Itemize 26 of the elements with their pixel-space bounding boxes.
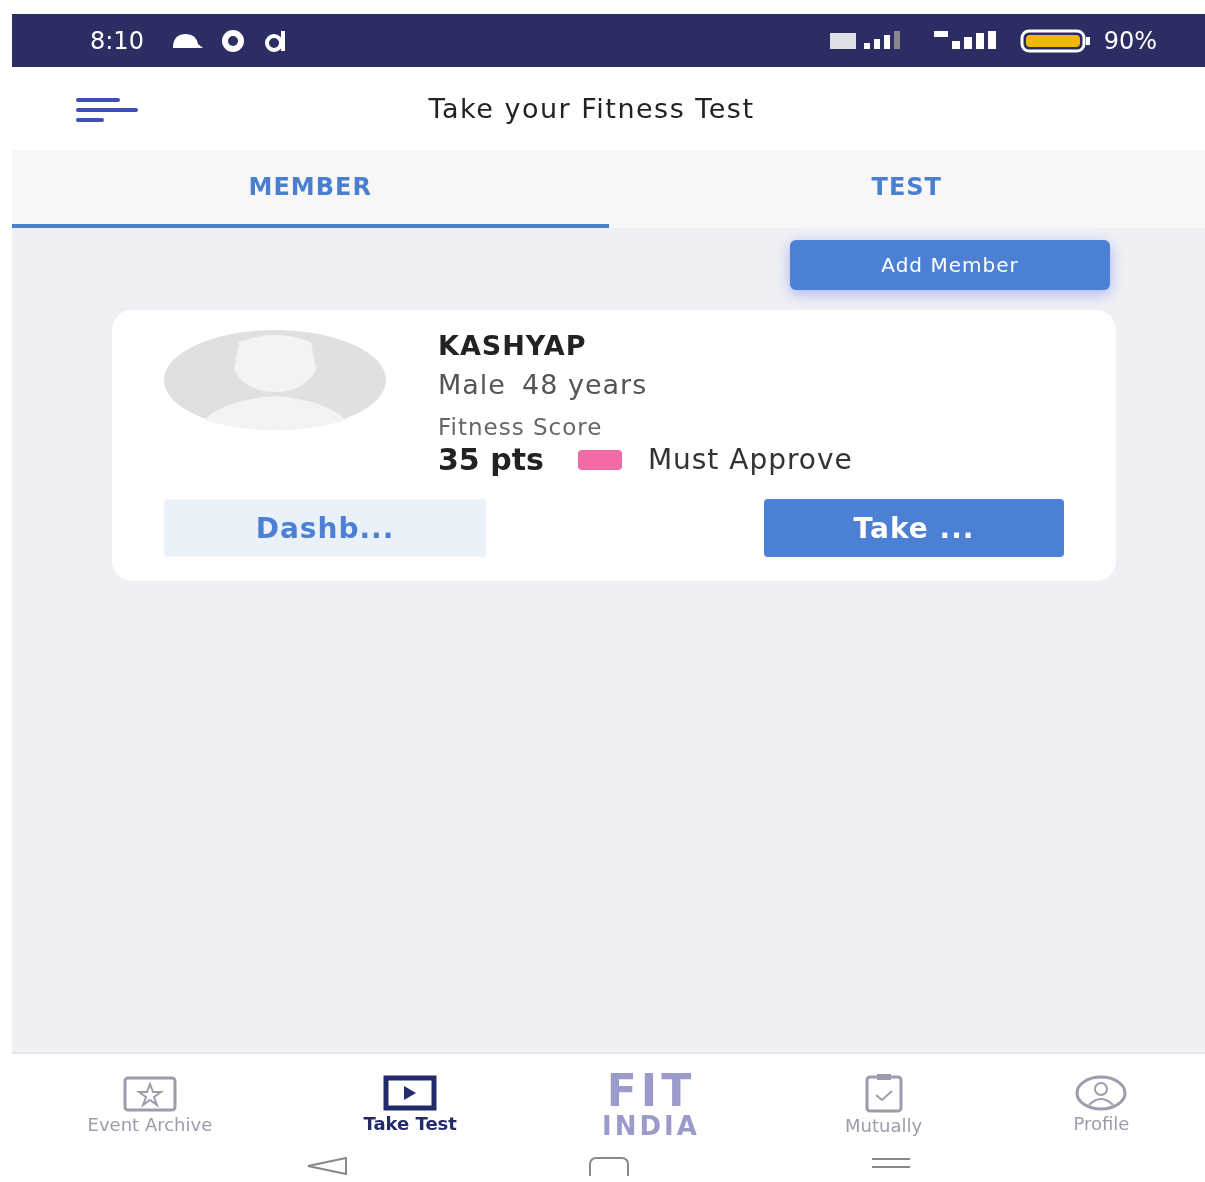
back-icon[interactable] [305,1156,348,1176]
home-icon[interactable] [587,1156,630,1176]
status-text: Must Approve [647,443,853,476]
dashboard-button[interactable]: Dashb... [164,499,486,557]
member-age: 48 years [521,369,648,400]
nav-item[interactable]: Mutually [839,1071,929,1137]
battery-percent: 90% [1103,26,1157,55]
nav-item[interactable]: Event Archive [81,1072,219,1136]
nav-item[interactable]: Take Test [357,1073,463,1135]
logo[interactable]: FIT INDIA [602,1069,700,1139]
menu-icon[interactable] [76,97,138,123]
member-name: KASHYAP [438,330,588,361]
add-member-button[interactable]: Add Member [790,240,1110,290]
score-label: Fitness Score [438,414,604,440]
avatar-icon [164,330,386,430]
member-gender: Male [438,369,506,400]
play-icon [383,1074,438,1111]
profile-icon [1075,1074,1128,1111]
nav-item[interactable]: Profile [1067,1073,1136,1135]
tab[interactable]: TEST [608,150,1205,228]
battery-icon [1019,28,1092,53]
clipboard-icon [863,1072,904,1113]
score-value: 35 pts [438,442,544,477]
take-test-button[interactable]: Take ... [764,499,1064,557]
status-time: 8:10 [90,26,144,55]
page-title: Take your Fitness Test [428,93,755,124]
